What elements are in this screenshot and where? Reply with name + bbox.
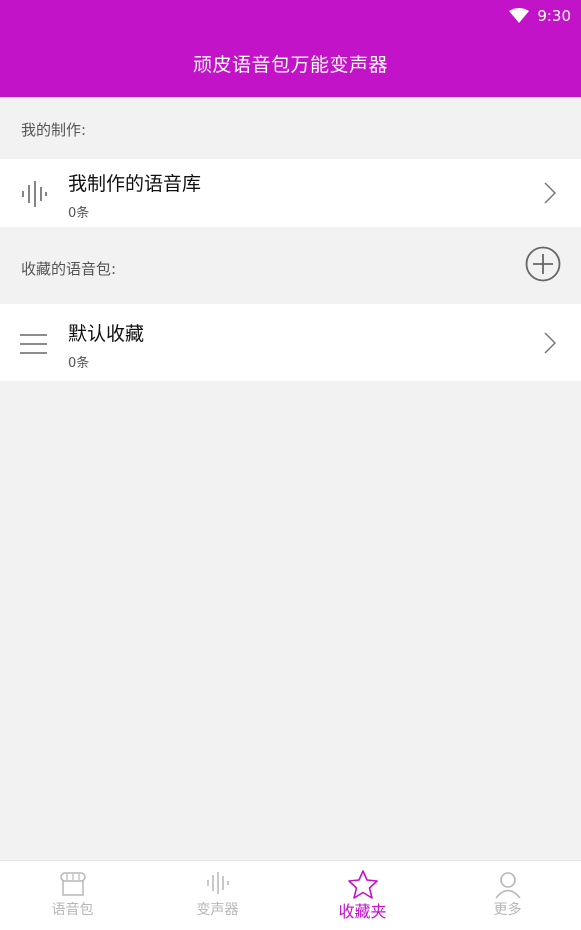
wifi-icon (509, 8, 530, 23)
page-title: 顽皮语音包万能变声器 (192, 54, 388, 76)
section-label-my-creations: 我的制作: (21, 121, 87, 139)
waveform-icon (22, 181, 47, 207)
my-library-title: 我制作的语音库 (68, 173, 202, 195)
star-icon (347, 870, 378, 899)
status-time: 9:30 (537, 7, 571, 25)
add-icon[interactable] (525, 246, 561, 282)
waveform-icon (206, 872, 229, 894)
menu-icon (20, 334, 47, 354)
app-bar: 9:30 顽皮语音包万能变声器 (0, 0, 581, 97)
default-favorites-title: 默认收藏 (68, 323, 145, 345)
tab-sound-packs[interactable]: 语音包 (0, 861, 145, 930)
status-bar: 9:30 (509, 5, 571, 27)
section-label-favorites: 收藏的语音包: (21, 260, 117, 278)
tab-voice-changer[interactable]: 变声器 (145, 861, 290, 930)
tab-label: 语音包 (51, 902, 94, 918)
tab-more[interactable]: 更多 (435, 861, 580, 930)
tab-label: 变声器 (196, 902, 239, 918)
person-icon (494, 872, 521, 899)
chevron-right-icon (544, 332, 556, 354)
list-item-default-favorites[interactable]: 默认收藏 0条 (0, 304, 581, 381)
chevron-right-icon (544, 182, 556, 204)
tab-label: 收藏夹 (338, 902, 387, 921)
my-library-count: 0条 (68, 206, 90, 221)
bottom-tab-bar: 语音包 变声器 收藏夹 更多 (0, 860, 581, 930)
tab-favorites[interactable]: 收藏夹 (290, 861, 435, 930)
sound-pack-icon (59, 872, 86, 896)
default-favorites-count: 0条 (68, 356, 90, 371)
list-item-my-library[interactable]: 我制作的语音库 0条 (0, 159, 581, 227)
tab-label: 更多 (493, 902, 522, 918)
